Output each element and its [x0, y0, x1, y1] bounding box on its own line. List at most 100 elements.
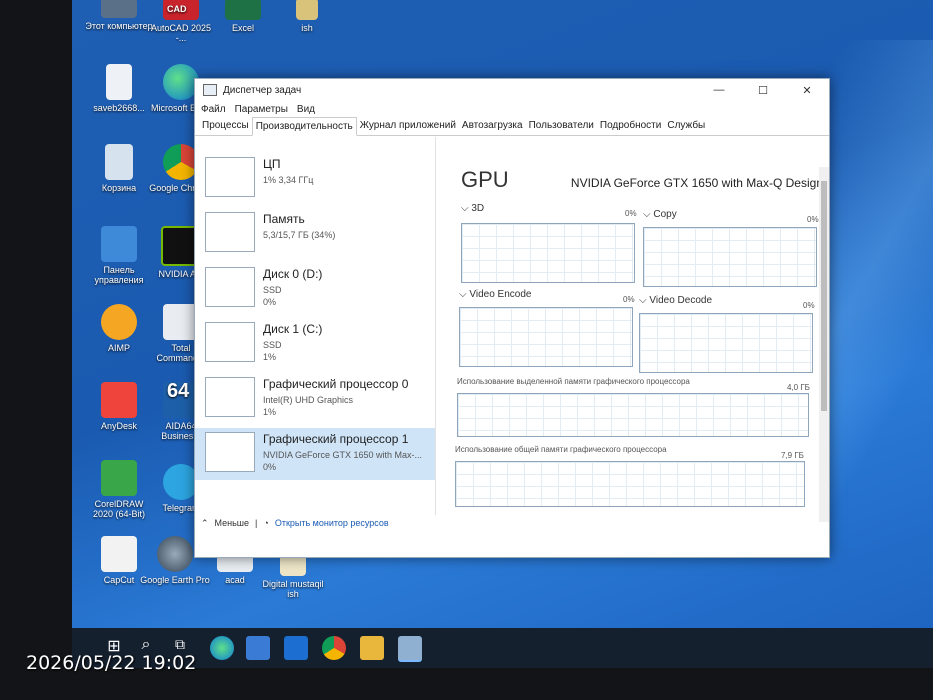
resource-detail: 5,3/15,7 ГБ (34%) [263, 230, 336, 240]
resource-usage: 1% [263, 352, 277, 362]
desktop-icon-label: saveb2668... [93, 103, 145, 113]
desktop-icon-this-pc[interactable]: Этот компьютер [84, 0, 154, 31]
engine-video-encode-label[interactable]: ⌵ Video Encode [459, 289, 531, 300]
vertical-scrollbar[interactable] [819, 167, 829, 522]
resource-thumbnail [205, 432, 255, 472]
desktop-icon-recycle-bin[interactable]: Корзина [84, 144, 154, 193]
detail-title: GPU [461, 167, 509, 192]
minimize-button[interactable]: — [697, 79, 741, 101]
tab-details[interactable]: Подробности [597, 117, 664, 135]
gpu-detail-panel: GPU NVIDIA GeForce GTX 1650 with Max-Q D… [455, 167, 827, 522]
desktop-icon-label: Digital mustaqil ish [262, 579, 324, 599]
resource-type: SSD [263, 340, 282, 350]
resource-name: Графический процессор 0 [263, 377, 409, 391]
aida64-logo: 64 [167, 380, 190, 402]
window-title: Диспетчер задач [223, 84, 302, 96]
desktop-icon-file[interactable]: saveb2668... [84, 64, 154, 113]
maximize-button[interactable]: ☐ [741, 79, 785, 101]
resource-device: Intel(R) UHD Graphics [263, 395, 354, 405]
tab-startup[interactable]: Автозагрузка [459, 117, 526, 135]
taskbar: ⊞ ⌕ ⧉ [72, 628, 933, 668]
title-bar: Диспетчер задач — ☐ ✕ [195, 79, 829, 101]
engine-3d-graph [461, 223, 635, 283]
desktop-icon-label: AnyDesk [100, 421, 137, 431]
desktop-icon-label: CapCut [103, 575, 135, 585]
desktop-icon-control-panel[interactable]: Панель управления [84, 226, 154, 285]
engine-video-decode-graph [639, 313, 813, 373]
desktop-icon-coreldraw[interactable]: CorelDRAW 2020 (64-Bit) [84, 460, 154, 519]
engine-video-decode-pct: 0% [803, 301, 815, 310]
resource-usage: 0% [263, 462, 277, 472]
explorer-taskbar-icon[interactable] [360, 636, 384, 660]
task-manager-taskbar-icon[interactable] [398, 636, 422, 662]
resource-thumbnail [205, 267, 255, 307]
tab-app-history[interactable]: Журнал приложений [357, 117, 459, 135]
resource-thumbnail [205, 212, 255, 252]
task-manager-icon [203, 84, 217, 96]
resource-list: ЦП 1% 3,34 ГГц Память 5,3/15,7 ГБ (34%) … [195, 137, 436, 515]
tab-performance[interactable]: Производительность [251, 117, 357, 136]
engine-label: 3D [471, 203, 485, 214]
scrollbar-thumb[interactable] [821, 181, 827, 411]
resource-gpu-0[interactable]: Графический процессор 0 Intel(R) UHD Gra… [195, 373, 435, 425]
chrome-taskbar-icon[interactable] [322, 636, 346, 660]
open-resource-monitor-link[interactable]: Открыть монитор ресурсов [275, 518, 389, 528]
desktop-icon-aimp[interactable]: AIMP [84, 304, 154, 353]
resource-monitor-icon: ◔ [263, 518, 269, 528]
engine-video-decode-label[interactable]: ⌵ Video Decode [639, 295, 712, 306]
shared-memory-max: 7,9 ГБ [781, 451, 804, 460]
store-taskbar-icon[interactable] [246, 636, 270, 660]
menu-options[interactable]: Параметры [235, 104, 288, 115]
resource-thumbnail [205, 322, 255, 362]
desktop-icon-label: ish [301, 23, 313, 33]
menu-bar: Файл Параметры Вид [195, 101, 829, 117]
dedicated-memory-label: Использование выделенной памяти графичес… [457, 377, 690, 386]
desktop-icon-anydesk[interactable]: AnyDesk [84, 382, 154, 431]
engine-label: Video Decode [649, 295, 713, 306]
tab-processes[interactable]: Процессы [199, 117, 252, 135]
tab-users[interactable]: Пользователи [526, 117, 597, 135]
resource-detail: 1% 3,34 ГГц [263, 175, 314, 185]
resource-type: SSD [263, 285, 282, 295]
engine-copy-graph [643, 227, 817, 287]
task-manager-window: Диспетчер задач — ☐ ✕ Файл Параметры Вид… [194, 78, 830, 558]
close-button[interactable]: ✕ [785, 79, 829, 101]
desktop-icon-label: AutoCAD 2025 -... [150, 23, 212, 43]
engine-video-encode-pct: 0% [623, 295, 635, 304]
collapse-icon[interactable]: ⌃ [201, 518, 209, 529]
engine-3d-label[interactable]: ⌵ 3D [461, 203, 484, 214]
edge-taskbar-icon[interactable] [210, 636, 234, 660]
tab-bar: Процессы Производительность Журнал прило… [195, 117, 829, 136]
resource-memory[interactable]: Память 5,3/15,7 ГБ (34%) [195, 208, 435, 260]
shared-memory-label: Использование общей памяти графического … [455, 445, 667, 454]
dedicated-memory-graph [457, 393, 809, 437]
fewer-details-link[interactable]: Меньше [215, 518, 250, 528]
resource-thumbnail [205, 377, 255, 417]
resource-usage: 0% [263, 297, 277, 307]
resource-gpu-1[interactable]: Графический процессор 1 NVIDIA GeForce G… [195, 428, 435, 480]
menu-view[interactable]: Вид [297, 104, 315, 115]
resource-name: ЦП [263, 157, 281, 171]
desktop-icon-autocad[interactable]: CAD AutoCAD 2025 -... [146, 0, 216, 43]
desktop-icon-excel[interactable]: Excel [208, 0, 278, 33]
mail-taskbar-icon[interactable] [284, 636, 308, 660]
menu-file[interactable]: Файл [201, 104, 226, 115]
photo-timestamp: 2026/05/22 19:02 [26, 652, 197, 674]
resource-cpu[interactable]: ЦП 1% 3,34 ГГц [195, 153, 435, 205]
gpu-device-name: NVIDIA GeForce GTX 1650 with Max-Q Desig… [570, 176, 823, 190]
engine-copy-label[interactable]: ⌵ Copy [643, 209, 677, 220]
resource-name: Диск 0 (D:) [263, 267, 323, 281]
desktop-icon-label: CorelDRAW 2020 (64-Bit) [92, 499, 146, 519]
tab-services[interactable]: Службы [664, 117, 708, 135]
desktop-icon-ish-folder[interactable]: ish [272, 0, 342, 33]
desktop-icon-label: Этот компьютер [85, 21, 153, 31]
engine-video-encode-graph [459, 307, 633, 367]
resource-disk-0[interactable]: Диск 0 (D:) SSD 0% [195, 263, 435, 315]
resource-name: Графический процессор 1 [263, 432, 409, 446]
resource-thumbnail [205, 157, 255, 197]
engine-3d-pct: 0% [625, 209, 637, 218]
resource-disk-1[interactable]: Диск 1 (C:) SSD 1% [195, 318, 435, 370]
resource-usage: 1% [263, 407, 277, 417]
resource-name: Диск 1 (C:) [263, 322, 323, 336]
engine-copy-pct: 0% [807, 215, 819, 224]
